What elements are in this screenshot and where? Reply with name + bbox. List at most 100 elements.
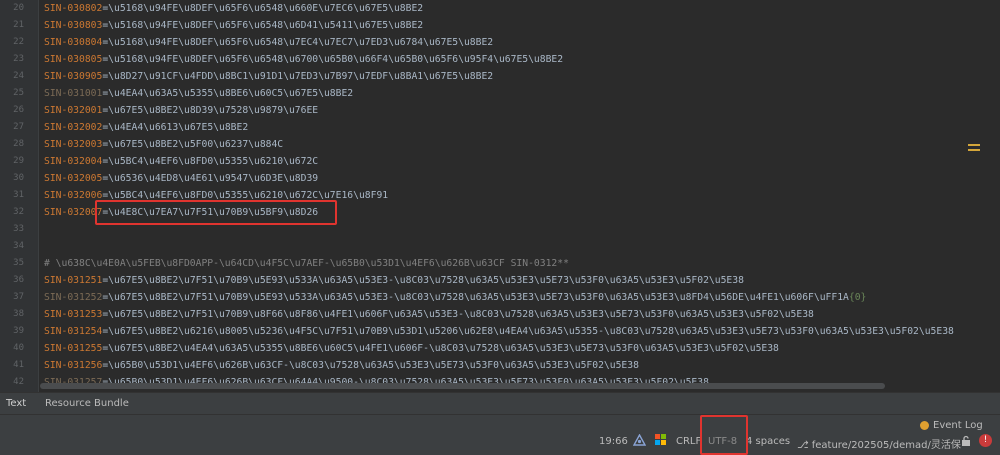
property-key: SIN-031001	[44, 88, 103, 99]
highlight-box-line-32007	[95, 200, 337, 225]
line-number: 36	[13, 275, 24, 285]
line-number: 30	[13, 173, 24, 183]
branch-icon: ⎇	[797, 440, 809, 451]
line-number: 41	[13, 360, 24, 370]
line-number: 24	[13, 71, 24, 81]
code-line[interactable]: SIN-031253=\u67E5\u8BE2\u7F51\u70B9\u8F6…	[44, 306, 814, 323]
status-bar: Event Log 19:66 CRLF UTF-8 4 spaces ⎇ fe…	[0, 414, 1000, 455]
code-line[interactable]: SIN-032003=\u67E5\u8BE2\u5F00\u6237\u884…	[44, 136, 283, 153]
git-branch-label: feature/202505/demad/灵活保	[811, 440, 961, 451]
property-value: \u67E5\u8BE2\u5F00\u6237\u884C	[108, 139, 284, 150]
property-value: \u4EA4\u6613\u67E5\u8BE2	[108, 122, 249, 133]
property-key: SIN-031256	[44, 360, 103, 371]
line-number: 39	[13, 326, 24, 336]
property-value: \u67E5\u8BE2\u4EA4\u63A5\u5355\u8BE6\u60…	[108, 343, 779, 354]
line-number: 32	[13, 207, 24, 217]
property-value: \u5168\u94FE\u8DEF\u65F6\u6548\u6D41\u54…	[108, 20, 424, 31]
editor[interactable]: 20 21 22 23 24 25 26 27 28 29 30 31 32 33 34 35 36 37 38 39…	[0, 0, 1000, 392]
line-number: 29	[13, 156, 24, 166]
code-line[interactable]: SIN-031256=\u65B0\u53D1\u4EF6\u626B\u63C…	[44, 357, 639, 374]
code-line[interactable]: SIN-032001=\u67E5\u8BE2\u8D39\u7528\u987…	[44, 102, 318, 119]
cursor-position[interactable]: 19:66	[599, 436, 628, 447]
code-area[interactable]: SIN-030802=\u5168\u94FE\u8DEF\u65F6\u654…	[44, 0, 994, 392]
placeholder-token: {0}	[848, 292, 867, 303]
property-value: \u65B0\u53D1\u4EF6\u626B\u63CF-\u8C03\u7…	[108, 360, 639, 371]
property-key: SIN-032007	[44, 207, 103, 218]
property-value: \u67E5\u8BE2\u7F51\u70B9\u8F66\u8F86\u4F…	[108, 309, 814, 320]
line-number: 25	[13, 88, 24, 98]
inspection-icon[interactable]	[633, 434, 646, 447]
property-key: SIN-032001	[44, 105, 103, 116]
event-log-icon	[920, 420, 929, 430]
horizontal-scrollbar[interactable]	[40, 383, 885, 389]
code-line[interactable]: # \u638C\u4E0A\u5FEB\u8FD0APP-\u64CD\u4F…	[44, 255, 569, 272]
line-number: 33	[13, 224, 24, 234]
code-line[interactable]: SIN-030905=\u8D27\u91CF\u4FDD\u8BC1\u91D…	[44, 68, 493, 85]
line-separator[interactable]: CRLF	[676, 436, 701, 447]
property-value: \u5168\u94FE\u8DEF\u65F6\u6548\u6700\u65…	[108, 54, 564, 65]
property-key: SIN-032003	[44, 139, 103, 150]
property-value: \u5BC4\u4EF6\u8FD0\u5355\u6210\u672C	[108, 156, 319, 167]
indent-setting[interactable]: 4 spaces	[746, 436, 790, 447]
code-line[interactable]: SIN-031254=\u67E5\u8BE2\u6216\u8005\u523…	[44, 323, 954, 340]
line-number: 22	[13, 37, 24, 47]
line-number: 28	[13, 139, 24, 149]
property-value: \u6536\u4ED8\u4E61\u9547\u6D3E\u8D39	[108, 173, 319, 184]
property-key: SIN-030802	[44, 3, 103, 14]
line-number: 21	[13, 20, 24, 30]
code-line[interactable]: SIN-031251=\u67E5\u8BE2\u7F51\u70B9\u5E9…	[44, 272, 744, 289]
line-number: 42	[13, 377, 24, 387]
property-value: \u8D27\u91CF\u4FDD\u8BC1\u91D1\u7ED3\u7B…	[108, 71, 494, 82]
line-number: 40	[13, 343, 24, 353]
code-line[interactable]: SIN-032002=\u4EA4\u6613\u67E5\u8BE2	[44, 119, 248, 136]
tab-resource-bundle[interactable]: Resource Bundle	[39, 393, 135, 415]
code-line[interactable]: SIN-031252=\u67E5\u8BE2\u7F51\u70B9\u5E9…	[44, 289, 866, 306]
windows-icon[interactable]	[655, 434, 667, 446]
property-value: \u67E5\u8BE2\u6216\u8005\u5236\u4F5C\u7F…	[108, 326, 954, 337]
property-key: SIN-032005	[44, 173, 103, 184]
lock-icon[interactable]	[960, 435, 972, 447]
property-key: SIN-030803	[44, 20, 103, 31]
property-key: SIN-032002	[44, 122, 103, 133]
editor-tab-bar: Text Resource Bundle	[0, 392, 1000, 417]
comment-text: # \u638C\u4E0A\u5FEB\u8FD0APP-\u64CD\u4F…	[44, 258, 569, 269]
line-number: 27	[13, 122, 24, 132]
line-number: 31	[13, 190, 24, 200]
property-key: SIN-032004	[44, 156, 103, 167]
code-line[interactable]: SIN-030804=\u5168\u94FE\u8DEF\u65F6\u654…	[44, 34, 493, 51]
property-key: SIN-032006	[44, 190, 103, 201]
code-line[interactable]: SIN-032004=\u5BC4\u4EF6\u8FD0\u5355\u621…	[44, 153, 318, 170]
property-value: \u67E5\u8BE2\u7F51\u70B9\u5E93\u533A\u63…	[108, 275, 744, 286]
code-line[interactable]: SIN-030805=\u5168\u94FE\u8DEF\u65F6\u654…	[44, 51, 563, 68]
property-value: \u5168\u94FE\u8DEF\u65F6\u6548\u660E\u7E…	[108, 3, 424, 14]
code-line[interactable]: SIN-030803=\u5168\u94FE\u8DEF\u65F6\u654…	[44, 17, 423, 34]
property-key: SIN-031255	[44, 343, 103, 354]
code-line[interactable]: SIN-031001=\u4EA4\u63A5\u5355\u8BE6\u60C…	[44, 85, 353, 102]
line-number: 26	[13, 105, 24, 115]
line-number-gutter: 20 21 22 23 24 25 26 27 28 29 30 31 32 33 34 35 36 37 38 39…	[0, 0, 39, 392]
line-number: 34	[13, 241, 24, 251]
property-key: SIN-031253	[44, 309, 103, 320]
event-log-button[interactable]: Event Log	[920, 420, 983, 431]
git-branch[interactable]: ⎇ feature/202505/demad/灵活保	[797, 436, 961, 451]
highlight-box-encoding	[700, 415, 748, 455]
property-key: SIN-030905	[44, 71, 103, 82]
property-value: \u67E5\u8BE2\u7F51\u70B9\u5E93\u533A\u63…	[108, 292, 849, 303]
property-key: SIN-030804	[44, 37, 103, 48]
error-stripe-marker[interactable]	[968, 144, 980, 154]
line-number: 20	[13, 3, 24, 13]
line-number: 38	[13, 309, 24, 319]
line-number: 37	[13, 292, 24, 302]
property-value: \u67E5\u8BE2\u8D39\u7528\u9879\u76EE	[108, 105, 319, 116]
property-key: SIN-031251	[44, 275, 103, 286]
error-notification-icon[interactable]: !	[979, 434, 992, 447]
property-key: SIN-031254	[44, 326, 103, 337]
property-value: \u4EA4\u63A5\u5355\u8BE6\u60C5\u67E5\u8B…	[108, 88, 354, 99]
property-key: SIN-031252	[44, 292, 103, 303]
event-log-label: Event Log	[933, 420, 983, 431]
code-line[interactable]: SIN-032005=\u6536\u4ED8\u4E61\u9547\u6D3…	[44, 170, 318, 187]
code-line[interactable]: SIN-030802=\u5168\u94FE\u8DEF\u65F6\u654…	[44, 0, 423, 17]
property-key: SIN-030805	[44, 54, 103, 65]
line-number: 23	[13, 54, 24, 64]
code-line[interactable]: SIN-031255=\u67E5\u8BE2\u4EA4\u63A5\u535…	[44, 340, 779, 357]
